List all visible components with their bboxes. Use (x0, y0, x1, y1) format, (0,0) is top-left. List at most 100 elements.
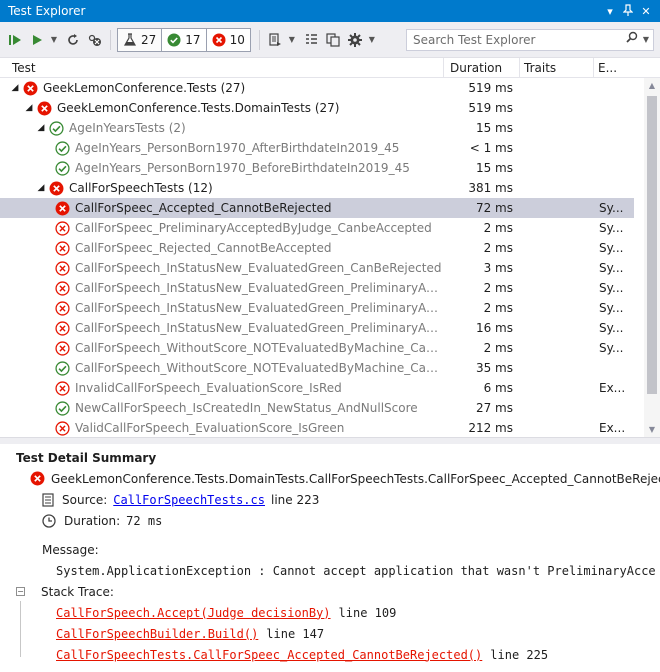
duration-value: 72 ms (126, 513, 163, 528)
tree-row[interactable]: CallForSpeech_InStatusNew_EvaluatedGreen… (0, 258, 634, 278)
tree-row[interactable]: CallForSpeec_Rejected_CannotBeAccepted 2 … (0, 238, 634, 258)
scrollbar-thumb[interactable] (647, 96, 657, 394)
failed-icon (212, 33, 226, 46)
stack-frame-line: line 109 (338, 605, 397, 620)
failed-icon (48, 180, 64, 196)
failed-icon (30, 471, 45, 485)
test-name: CallForSpeec_Rejected_CannotBeAccepted (75, 241, 332, 255)
column-error[interactable]: E... (593, 58, 627, 77)
tree-row[interactable]: AgeInYears_PersonBorn1970_AfterBirthdate… (0, 138, 634, 158)
run-dropdown-icon[interactable]: ▼ (50, 29, 58, 51)
detail-message-label-row: Message: (16, 539, 660, 560)
test-name: CallForSpeech_InStatusNew_EvaluatedGreen… (75, 281, 443, 295)
settings-button[interactable] (346, 29, 364, 51)
passed-icon (54, 360, 70, 376)
run-all-button[interactable] (6, 29, 24, 51)
playlist-button[interactable] (266, 29, 284, 51)
settings-dropdown-icon[interactable]: ▼ (368, 29, 376, 51)
test-name: CallForSpeech_WithoutScore_NOTEvaluatedB… (75, 341, 443, 355)
tree-row[interactable]: ◢ CallForSpeechTests (12) 381 ms (0, 178, 634, 198)
failed-icon (36, 100, 52, 116)
tree-row[interactable]: ValidCallForSpeech_EvaluationScore_IsGre… (0, 418, 634, 437)
failed-icon (54, 260, 70, 276)
tree-row[interactable]: AgeInYears_PersonBorn1970_BeforeBirthdat… (0, 158, 634, 178)
tree-row[interactable]: ◢ GeekLemonConference.Tests (27) 519 ms (0, 78, 634, 98)
stack-trace-header: − Stack Trace: (16, 581, 660, 602)
cancel-run-button[interactable] (86, 29, 104, 51)
window-menu-icon[interactable]: ▾ (602, 5, 618, 18)
expand-arrow-icon[interactable]: ◢ (22, 103, 36, 113)
search-box[interactable]: ▼ (406, 28, 654, 51)
tree-row[interactable]: CallForSpeec_PreliminaryAcceptedByJudge_… (0, 218, 634, 238)
copy-button[interactable] (324, 29, 342, 51)
test-duration: 212 ms (468, 421, 513, 435)
tree-row[interactable]: InvalidCallForSpeech_EvaluationScore_IsR… (0, 378, 634, 398)
search-icon[interactable] (625, 31, 641, 48)
test-duration: 72 ms (475, 201, 513, 215)
column-duration[interactable]: Duration (443, 58, 519, 77)
scroll-up-icon[interactable]: ▲ (644, 78, 660, 94)
expand-arrow-icon[interactable]: ◢ (34, 123, 48, 133)
test-name: NewCallForSpeech_IsCreatedIn_NewStatus_A… (75, 401, 418, 415)
passed-icon (54, 140, 70, 156)
tree-row[interactable]: ◢ AgeInYearsTests (2) 15 ms (0, 118, 634, 138)
run-all-icon (9, 34, 21, 45)
playlist-dropdown-icon[interactable]: ▼ (288, 29, 296, 51)
tree-row[interactable]: CallForSpeech_InStatusNew_EvaluatedGreen… (0, 278, 634, 298)
panel-splitter[interactable] (0, 438, 660, 444)
passed-icon (167, 33, 181, 46)
test-duration: 2 ms (483, 221, 513, 235)
expand-arrow-icon[interactable]: ◢ (34, 183, 48, 193)
vertical-scrollbar[interactable]: ▲ ▼ (644, 78, 660, 437)
tree-row[interactable]: CallForSpeech_WithoutScore_NOTEvaluatedB… (0, 338, 634, 358)
collapse-toggle-icon[interactable]: − (16, 587, 25, 596)
failed-icon (54, 340, 70, 356)
failed-icon (54, 300, 70, 316)
repeat-run-button[interactable] (64, 29, 82, 51)
tree-row[interactable]: NewCallForSpeech_IsCreatedIn_NewStatus_A… (0, 398, 634, 418)
pin-icon[interactable] (620, 3, 636, 19)
copy-icon (326, 32, 340, 47)
test-name: AgeInYears_PersonBorn1970_AfterBirthdate… (75, 141, 400, 155)
close-icon[interactable]: ✕ (638, 5, 654, 18)
column-test[interactable]: Test (0, 61, 443, 75)
stack-trace-section: − Stack Trace: CallForSpeech.Accept(Judg… (16, 581, 660, 665)
search-input[interactable] (411, 31, 625, 48)
tree-row[interactable]: ◢ GeekLemonConference.Tests.DomainTests (… (0, 98, 634, 118)
test-duration: 6 ms (483, 381, 513, 395)
failed-count: 10 (229, 32, 245, 47)
collapse-guide-line (20, 601, 21, 657)
failed-tests-counter[interactable]: 10 (206, 27, 251, 52)
passed-tests-counter[interactable]: 17 (162, 27, 207, 52)
source-file-link[interactable]: CallForSpeechTests.cs (113, 493, 265, 507)
test-duration: < 1 ms (469, 141, 513, 155)
tree-row[interactable]: CallForSpeec_Accepted_CannotBeRejected 72… (0, 198, 634, 218)
test-name: AgeInYears_PersonBorn1970_BeforeBirthdat… (75, 161, 410, 175)
test-name: ValidCallForSpeech_EvaluationScore_IsGre… (75, 421, 345, 435)
tree-row[interactable]: CallForSpeech_InStatusNew_EvaluatedGreen… (0, 298, 634, 318)
group-by-button[interactable] (302, 29, 320, 51)
test-error: Sy... (599, 261, 624, 275)
test-duration: 2 ms (483, 281, 513, 295)
detail-source-row: Source: CallForSpeechTests.cs line 223 (16, 489, 660, 510)
message-label: Message: (42, 542, 99, 557)
column-traits[interactable]: Traits (519, 58, 593, 77)
failed-icon (54, 220, 70, 236)
total-tests-counter[interactable]: 27 (117, 27, 163, 52)
repeat-icon (68, 33, 78, 45)
stack-frame-link[interactable]: CallForSpeechBuilder.Build() (56, 627, 258, 641)
run-button[interactable] (28, 29, 46, 51)
passed-icon (54, 160, 70, 176)
scroll-down-icon[interactable]: ▼ (644, 422, 660, 437)
playlist-icon (269, 32, 281, 46)
clock-icon (42, 513, 56, 528)
stack-frame-link[interactable]: CallForSpeechTests.CallForSpeec_Accepted… (56, 648, 482, 662)
tree-row[interactable]: CallForSpeech_WithoutScore_NOTEvaluatedB… (0, 358, 634, 378)
tree-row[interactable]: CallForSpeech_InStatusNew_EvaluatedGreen… (0, 318, 634, 338)
search-options-dropdown-icon[interactable]: ▼ (643, 35, 649, 44)
stack-frame-link[interactable]: CallForSpeech.Accept(Judge decisionBy) (56, 606, 331, 620)
test-name: CallForSpeechTests (12) (69, 181, 213, 195)
detail-test-name: GeekLemonConference.Tests.DomainTests.Ca… (51, 471, 660, 486)
expand-arrow-icon[interactable]: ◢ (8, 83, 22, 93)
test-duration: 35 ms (475, 361, 513, 375)
